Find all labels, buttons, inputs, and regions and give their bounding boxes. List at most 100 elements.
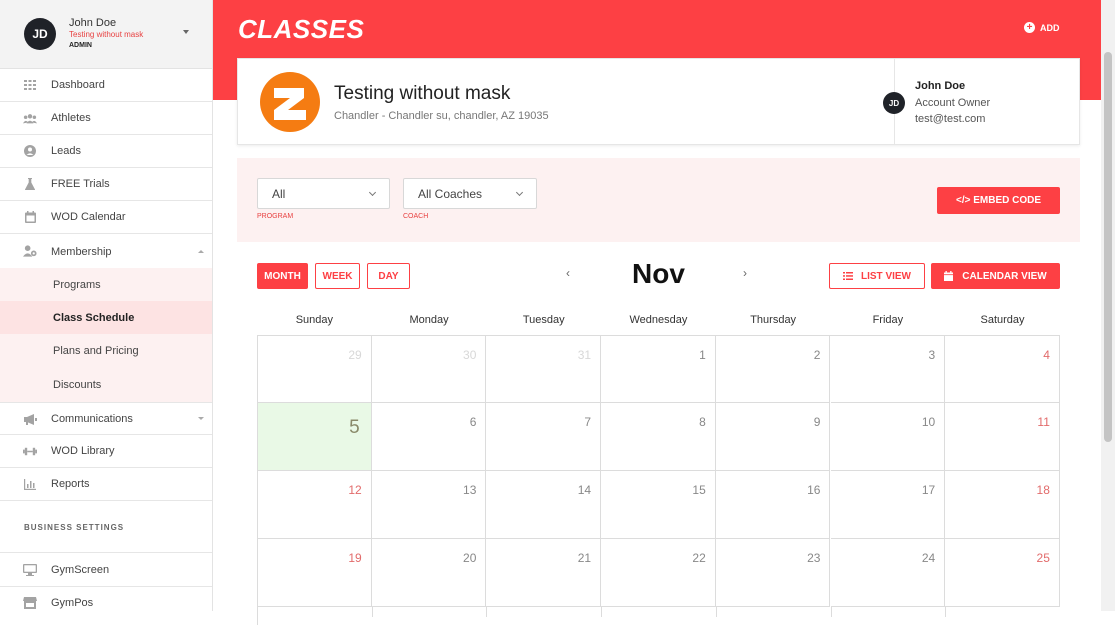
calendar-day-cell[interactable]: 15 [601,471,716,539]
calendar-day-cell[interactable]: 7 [486,403,602,471]
calendar-day-cell[interactable]: 23 [715,539,831,607]
calendar-day-number: 29 [348,348,362,362]
grid-icon [23,79,37,91]
calendar-day-number: 11 [1037,415,1050,429]
weekday-header: Friday [872,314,904,326]
chevron-down-icon[interactable] [183,30,189,34]
program-select[interactable]: All [257,178,390,209]
sidebar-item-label: Class Schedule [53,311,135,324]
week-view-button[interactable]: WEEK [315,263,360,289]
sidebar-item-free-trials[interactable]: FREE Trials [0,168,212,201]
calendar-day-cell[interactable]: 24 [830,539,946,607]
sidebar-item-membership[interactable]: Membership [0,235,212,268]
calendar-day-cell[interactable]: 10 [830,403,946,471]
calendar-day-number: 19 [348,551,362,565]
calendar-day-cell[interactable]: 19 [257,539,372,607]
calendar-day-number: 10 [921,415,936,429]
section-title: BUSINESS SETTINGS [24,523,125,532]
weekday-header: Wednesday [629,314,688,326]
calendar-day-cell[interactable]: 29 [257,335,372,403]
sidebar-item-gymscreen[interactable]: GymScreen [0,554,212,587]
list-view-label: LIST VIEW [861,270,911,282]
calendar-day-cell[interactable]: 21 [486,539,602,607]
calendar-day-cell[interactable]: 11 [945,403,1060,471]
chevron-down-icon [198,417,204,420]
weekday-header: Tuesday [522,314,565,326]
calendar-day-cell[interactable]: 30 [371,335,487,403]
calendar-day-cell[interactable]: 14 [486,471,602,539]
month-title: Nov [632,258,685,289]
sidebar-item-athletes[interactable]: Athletes [0,102,212,135]
calendar-day-number: 20 [463,551,477,565]
calendar-day-cell[interactable]: 25 [945,539,1060,607]
monitor-icon [23,564,37,576]
gym-address: Chandler - Chandler su, chandler, AZ 190… [334,110,549,122]
calendar-day-cell[interactable]: 8 [601,403,716,471]
embed-code-button[interactable]: </> EMBED CODE [937,187,1060,214]
calendar-day-cell[interactable]: 2 [715,335,831,403]
calendar-day-cell[interactable]: 9 [715,403,831,471]
sidebar-subitem-plans-pricing[interactable]: Plans and Pricing [0,334,212,367]
next-month-button[interactable]: › [743,266,747,280]
avatar: JD [24,18,56,50]
calendar-day-number: 15 [692,483,706,497]
chart-icon [23,478,37,490]
dumbbell-icon [23,445,37,457]
page-scrollbar[interactable] [1101,0,1115,611]
calendar-day-number: 13 [463,483,477,497]
sidebar-subitem-programs[interactable]: Programs [0,268,212,301]
calendar-day-cell[interactable]: 22 [601,539,716,607]
sidebar-item-label: Leads [51,145,81,157]
owner-name: John Doe [915,80,966,92]
scrollbar-thumb[interactable] [1104,52,1112,442]
sidebar-item-leads[interactable]: Leads [0,135,212,168]
page-title: CLASSES [238,14,365,44]
calendar-gridline [945,607,947,617]
calendar-day-number: 6 [469,415,477,429]
sidebar-item-wod-library[interactable]: WOD Library [0,435,212,468]
flask-icon [23,178,37,190]
day-view-button[interactable]: DAY [367,263,410,289]
sidebar-subitem-discounts[interactable]: Discounts [0,367,212,402]
calendar-day-cell[interactable]: 4 [945,335,1060,403]
calendar-day-cell[interactable]: 16 [715,471,831,539]
sidebar-item-label: Membership [51,245,112,258]
month-view-button[interactable]: MONTH [257,263,308,289]
calendar-gridline [715,607,717,617]
weekday-header: Thursday [750,314,797,326]
prev-month-button[interactable]: ‹ [566,266,570,280]
calendar-day-cell[interactable]: 1 [601,335,716,403]
coach-label: COACH [403,213,429,220]
calendar-day-cell[interactable]: 20 [371,539,487,607]
megaphone-icon [23,413,37,425]
calendar-day-number: 23 [807,551,821,565]
coach-select[interactable]: All Coaches [403,178,537,209]
calendar-day-cell[interactable]: 13 [371,471,487,539]
sidebar-item-label: Discounts [53,378,102,391]
chevron-down-icon [515,188,524,197]
sidebar-item-label: WOD Calendar [51,211,126,223]
calendar-day-cell[interactable]: 18 [945,471,1060,539]
sidebar-item-reports[interactable]: Reports [0,468,212,501]
weekday-header: Sunday [295,314,333,326]
sidebar-item-wod-calendar[interactable]: WOD Calendar [0,201,212,234]
calendar-day-number: 25 [1036,551,1050,565]
sidebar-item-gympos[interactable]: GymPos [0,587,212,611]
list-view-button[interactable]: LIST VIEW [829,263,925,289]
calendar-day-cell[interactable]: 12 [257,471,372,539]
sidebar-item-dashboard[interactable]: Dashboard [0,69,212,102]
sidebar-item-label: GymScreen [51,564,110,576]
sidebar-item-label: WOD Library [51,445,115,457]
users-icon [23,112,37,124]
calendar-day-cell[interactable]: 31 [486,335,602,403]
calendar-day-cell[interactable]: 6 [371,403,487,471]
sidebar-subitem-class-schedule[interactable]: Class Schedule [0,301,212,334]
calendar-day-cell[interactable]: 3 [830,335,946,403]
calendar-day-cell[interactable]: 17 [830,471,946,539]
profile-header[interactable]: JD John Doe Testing without mask ADMIN [0,0,212,69]
calendar-view-button[interactable]: CALENDAR VIEW [931,263,1060,289]
add-button[interactable]: + ADD [1024,22,1060,33]
sidebar-item-label: Dashboard [51,79,105,91]
sidebar-item-communications[interactable]: Communications [0,402,212,435]
calendar-day-cell[interactable]: 5 [257,403,372,471]
